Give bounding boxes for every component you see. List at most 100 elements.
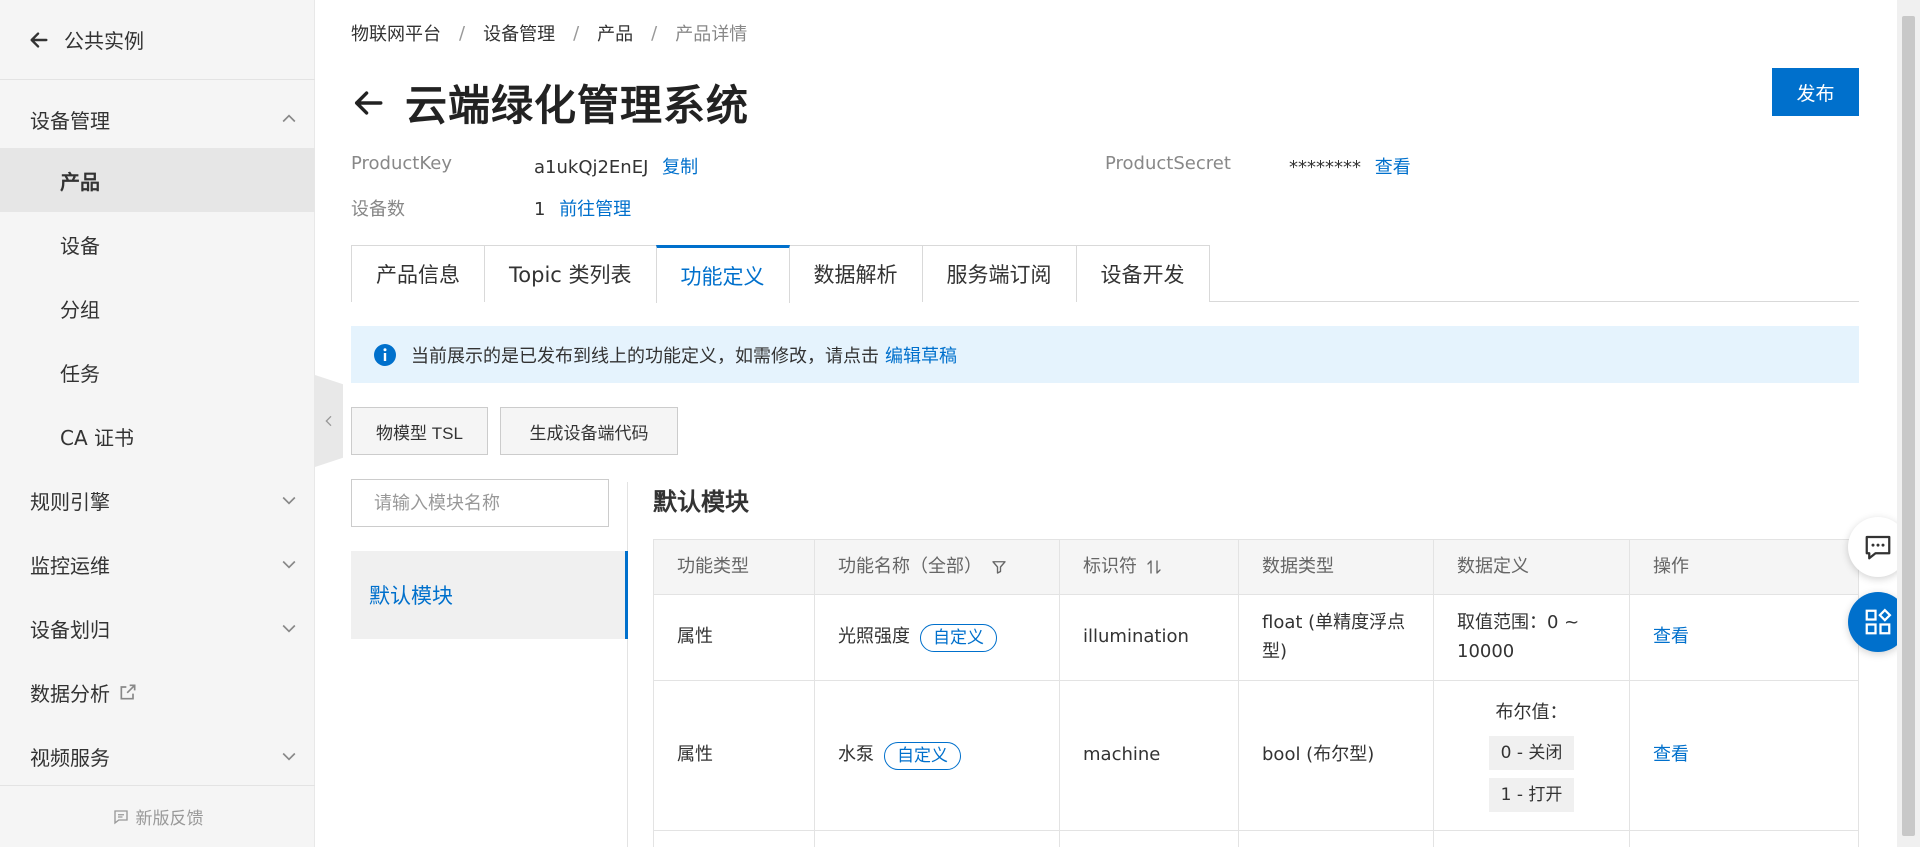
nav-group-device-assign[interactable]: 设备划归 xyxy=(0,596,315,660)
tab-topic-list[interactable]: Topic 类列表 xyxy=(484,245,657,302)
tab-product-info[interactable]: 产品信息 xyxy=(351,245,485,302)
column-header-type: 功能类型 xyxy=(653,540,815,594)
chevron-up-icon xyxy=(282,114,296,123)
sidebar-collapse-handle[interactable] xyxy=(315,375,343,467)
device-count-label: 设备数 xyxy=(351,199,405,220)
breadcrumb-separator: / xyxy=(573,22,580,44)
sidebar-item-product[interactable]: 产品 xyxy=(0,148,315,212)
publish-button[interactable]: 发布 xyxy=(1772,68,1859,116)
cell-name xyxy=(815,831,1060,847)
view-product-secret-link[interactable]: 查看 xyxy=(1375,157,1411,178)
cell-type xyxy=(653,831,815,847)
nav-group-rule-engine[interactable]: 规则引擎 xyxy=(0,468,315,532)
section-title: 默认模块 xyxy=(653,488,749,516)
sidebar-item-task[interactable]: 任务 xyxy=(0,340,315,404)
device-count-row: 1 前往管理 xyxy=(534,195,631,221)
app-root: 公共实例 设备管理 产品 设备 分组 任务 CA 证书 规则引擎 监控运维 设备… xyxy=(0,0,1920,847)
sidebar-item-label: CA 证书 xyxy=(60,425,135,450)
generate-code-button[interactable]: 生成设备端代码 xyxy=(500,407,678,455)
product-secret-value: ******** xyxy=(1289,157,1361,178)
nav-group-label: 数据分析 xyxy=(30,681,110,706)
copy-product-key-link[interactable]: 复制 xyxy=(662,157,698,178)
table-row: 属性 光照强度 自定义 illumination float (单精度浮点型) … xyxy=(653,595,1859,681)
product-key-row: a1ukQj2EnEJ 复制 xyxy=(534,153,698,179)
cell-action: 查看 xyxy=(1630,595,1859,680)
nav-group-video-service[interactable]: 视频服务 xyxy=(0,724,315,788)
column-header-identifier: 标识符 xyxy=(1060,540,1239,594)
table-row: 属性 水泵 自定义 machine bool (布尔型) 布尔值： 0 - 关闭… xyxy=(653,681,1859,831)
tab-server-subscription[interactable]: 服务端订阅 xyxy=(921,245,1077,302)
page-scrollbar[interactable] xyxy=(1897,0,1920,847)
breadcrumb-item-product[interactable]: 产品 xyxy=(597,20,633,46)
product-key-label: ProductKey xyxy=(351,153,452,174)
column-header-action: 操作 xyxy=(1630,540,1859,594)
sidebar-item-group[interactable]: 分组 xyxy=(0,276,315,340)
cell-name: 光照强度 自定义 xyxy=(815,595,1060,680)
breadcrumb: 物联网平台 / 设备管理 / 产品 / 产品详情 xyxy=(351,20,747,46)
cell-data-type xyxy=(1239,831,1434,847)
chevron-left-icon xyxy=(325,415,332,427)
tab-data-parsing[interactable]: 数据解析 xyxy=(788,245,923,302)
column-header-name: 功能名称（全部） xyxy=(815,540,1060,594)
apps-icon xyxy=(1865,608,1892,635)
breadcrumb-item-device-management[interactable]: 设备管理 xyxy=(483,20,555,46)
cell-data-type: bool (布尔型) xyxy=(1239,681,1434,830)
tab-function-definition[interactable]: 功能定义 xyxy=(655,245,790,303)
product-secret-label: ProductSecret xyxy=(1105,153,1231,174)
tabs: 产品信息 Topic 类列表 功能定义 数据解析 服务端订阅 设备开发 xyxy=(351,245,1859,303)
edit-draft-link[interactable]: 编辑草稿 xyxy=(885,342,957,368)
chevron-down-icon xyxy=(282,624,296,633)
feedback-button[interactable]: 新版反馈 xyxy=(0,785,315,847)
cell-definition: 取值范围：0 ~ 10000 xyxy=(1434,595,1630,680)
module-item-default[interactable]: 默认模块 xyxy=(351,551,628,639)
nav-group-label: 设备管理 xyxy=(30,108,110,133)
back-label: 公共实例 xyxy=(64,29,144,53)
page-title: 云端绿化管理系统 xyxy=(405,81,750,130)
sort-icon[interactable] xyxy=(1145,558,1163,576)
filter-icon[interactable] xyxy=(990,558,1008,576)
external-link-icon xyxy=(120,684,136,700)
chevron-down-icon xyxy=(282,496,296,505)
bool-label: 布尔值： xyxy=(1495,702,1568,724)
cell-data-type: float (单精度浮点型) xyxy=(1239,595,1434,680)
manage-devices-link[interactable]: 前往管理 xyxy=(559,199,631,220)
tab-device-development[interactable]: 设备开发 xyxy=(1075,245,1210,302)
title-row: 云端绿化管理系统 xyxy=(351,72,749,133)
breadcrumb-item-iot-platform[interactable]: 物联网平台 xyxy=(351,20,441,46)
nav-group-data-analysis[interactable]: 数据分析 xyxy=(0,660,315,724)
sidebar-item-ca-cert[interactable]: CA 证书 xyxy=(0,404,315,468)
cell-action: 查看 xyxy=(1630,681,1859,830)
module-search xyxy=(351,479,609,527)
sidebar-item-device[interactable]: 设备 xyxy=(0,212,315,276)
cell-definition: 布尔值： 0 - 关闭 1 - 打开 xyxy=(1434,681,1630,830)
module-search-input[interactable] xyxy=(374,492,599,514)
feedback-label: 新版反馈 xyxy=(135,809,204,829)
notice-text: 当前展示的是已发布到线上的功能定义，如需修改，请点击 xyxy=(411,345,879,367)
chevron-down-icon xyxy=(282,560,296,569)
chat-icon xyxy=(1865,535,1891,560)
custom-tag: 自定义 xyxy=(920,623,997,652)
nav-group-monitoring[interactable]: 监控运维 xyxy=(0,532,315,596)
nav-group-label: 视频服务 xyxy=(30,745,110,770)
view-function-link[interactable]: 查看 xyxy=(1653,623,1689,652)
bool-value-chip: 0 - 关闭 xyxy=(1488,735,1575,770)
view-function-link[interactable]: 查看 xyxy=(1653,741,1689,770)
main-content: 物联网平台 / 设备管理 / 产品 / 产品详情 云端绿化管理系统 发布 Pro… xyxy=(351,0,1859,847)
cell-identifier: machine xyxy=(1060,681,1239,830)
module-item-label: 默认模块 xyxy=(369,584,453,608)
sidebar-item-label: 产品 xyxy=(60,169,100,194)
chevron-down-icon xyxy=(282,752,296,761)
nav-group-device-management[interactable]: 设备管理 xyxy=(0,87,315,151)
back-to-instance-link[interactable]: 公共实例 xyxy=(0,0,315,80)
sidebar-item-label: 设备 xyxy=(60,233,100,258)
bool-value-chip: 1 - 打开 xyxy=(1488,777,1575,812)
scrollbar-thumb[interactable] xyxy=(1902,16,1915,836)
sidebar: 公共实例 设备管理 产品 设备 分组 任务 CA 证书 规则引擎 监控运维 设备… xyxy=(0,0,315,847)
breadcrumb-separator: / xyxy=(459,22,466,44)
arrow-left-icon xyxy=(30,31,48,48)
tsl-button[interactable]: 物模型 TSL xyxy=(351,407,488,455)
feedback-icon xyxy=(113,809,128,824)
device-count-value: 1 xyxy=(534,199,546,220)
nav-group-label: 规则引擎 xyxy=(30,489,110,514)
back-arrow-icon[interactable] xyxy=(351,86,385,120)
